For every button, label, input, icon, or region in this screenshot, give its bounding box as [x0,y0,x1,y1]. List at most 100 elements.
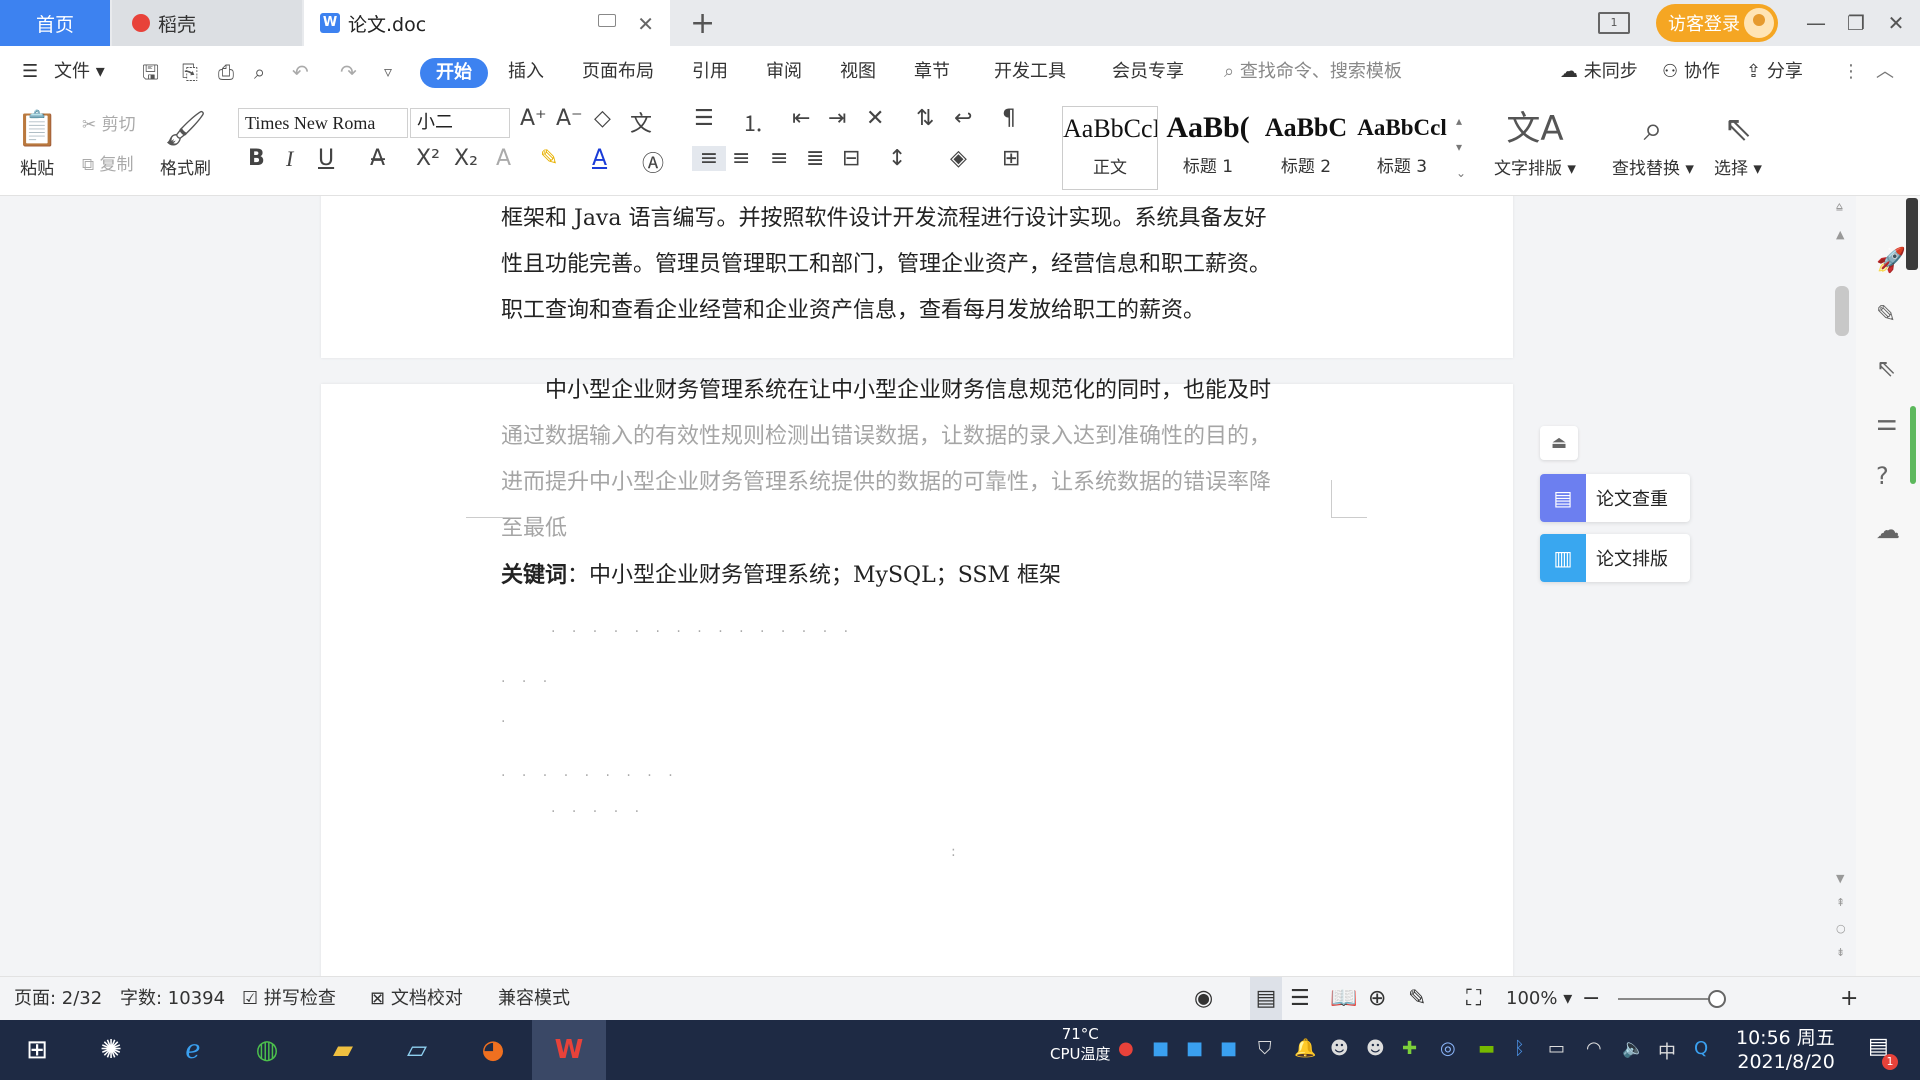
side-handle[interactable] [1906,198,1918,270]
document-area[interactable]: 框架和 Java 语言编写。并按照软件设计开发流程进行设计实现。系统具备友好 性… [0,196,1920,976]
superscript-icon[interactable]: X² [416,146,440,171]
italic-icon[interactable]: I [286,146,293,172]
bluetooth-icon[interactable]: ᛒ [1514,1038,1525,1059]
undo-icon[interactable]: ↶ [292,46,309,98]
tab-document[interactable]: W 论文.doc ✕ [304,0,670,46]
strikethrough-icon[interactable]: A̶ [370,146,385,171]
increase-font-icon[interactable]: A⁺ [520,106,547,131]
format-icon[interactable]: ⎘ [182,46,198,98]
restore-button[interactable]: ❐ [1836,6,1876,40]
rocket-icon[interactable]: 🚀 [1876,246,1906,274]
hamburger-icon[interactable]: ☰ [22,46,38,98]
decrease-indent-icon[interactable]: ⇤ [792,106,810,131]
sync-status[interactable]: ☁ 未同步 [1560,46,1638,98]
nvidia-icon[interactable]: ▬ [1478,1038,1495,1059]
eye-protect-icon[interactable]: ◉ [1194,977,1213,1021]
cut-button[interactable]: ✂ 剪切 [82,110,136,135]
shading-icon[interactable]: ◈ [950,146,967,171]
menu-developer[interactable]: 开发工具 [994,46,1066,98]
print-icon[interactable]: ⎙ [218,46,234,98]
window-layout-button[interactable]: 1 [1598,12,1630,34]
shield-icon[interactable]: ⛉ [1258,1038,1272,1059]
menu-chapter[interactable]: 章节 [914,46,950,98]
menu-member[interactable]: 会员专享 [1112,46,1184,98]
tab-home[interactable]: 首页 [0,0,110,46]
cpu-temp-widget[interactable]: 71°C CPU温度 [1050,1024,1111,1064]
align-left-icon[interactable]: ≡ [692,146,726,171]
cloud-sync-icon[interactable]: ☁ [1876,516,1900,544]
print-preview-icon[interactable]: ⌕ [254,46,265,98]
ime-indicator[interactable]: 中 [1658,1038,1676,1064]
pointer-icon[interactable]: ⇖ [1876,354,1896,382]
align-center-icon[interactable]: ≡ [732,146,750,171]
save-icon[interactable]: 🖫 [142,46,159,98]
scrollbar-thumb[interactable] [1835,286,1849,336]
abstract-paragraph[interactable]: 中小型企业财务管理系统在让中小型企业财务信息规范化的同时，也能及时 通过数据输入… [501,368,1331,552]
menu-view[interactable]: 视图 [840,46,876,98]
command-search[interactable]: ⌕ 查找命令、搜索模板 [1224,46,1402,98]
app-pinwheel-icon[interactable]: ✺ [86,1020,136,1080]
close-tab-icon[interactable]: ✕ [637,12,654,36]
style-heading-2[interactable]: AaBbC 标题 2 [1258,106,1354,190]
monitor-icon[interactable] [598,14,616,27]
zoom-out-icon[interactable]: − [1582,977,1600,1021]
close-window-button[interactable]: ✕ [1876,6,1916,40]
zoom-slider-thumb[interactable] [1708,990,1726,1008]
align-right-icon[interactable]: ≡ [770,146,788,171]
underline-icon[interactable]: U [318,146,334,171]
new-tab-button[interactable]: + [690,6,715,41]
tray-app-icon[interactable]: ■ [1220,1038,1237,1059]
text-layout-button[interactable]: 文A 文字排版 ▾ [1494,104,1576,179]
tray-app-icon[interactable]: ◎ [1440,1038,1456,1059]
visitor-login-button[interactable]: 访客登录 [1656,4,1778,42]
vertical-scrollbar[interactable]: ⩠ ▲ ▼ ⇞ ○ ⇟ [1832,196,1852,976]
volume-icon[interactable]: 🔈 [1622,1038,1644,1059]
copy-button[interactable]: ⧉ 复制 [82,150,134,175]
bullet-list-icon[interactable]: ☰ [694,106,714,131]
browser-360-icon[interactable]: ◍ [242,1020,292,1080]
keywords-line[interactable]: 关键词：中小型企业财务管理系统；MySQL；SSM 框架 [501,552,1331,599]
redo-icon[interactable]: ↷ [340,46,357,98]
qq-icon[interactable]: ☻ [1366,1038,1385,1059]
show-marks-icon[interactable]: ¶ [1002,106,1016,131]
sort-icon[interactable]: ⇅ [916,106,934,131]
chinese-layout-icon[interactable]: ✕ [866,106,884,131]
page-2[interactable]: 中小型企业财务管理系统在让中小型企业财务信息规范化的同时，也能及时 通过数据输入… [321,378,1513,976]
collapse-ribbon-icon[interactable]: ︿ [1876,46,1894,98]
outline-view-icon[interactable]: ☰ [1290,977,1310,1021]
highlight-icon[interactable]: ✎ [540,146,558,171]
wps-taskbar-icon[interactable]: W [532,1020,606,1080]
format-painter-button[interactable]: 🖌 格式刷 [160,104,211,179]
text-direction-icon[interactable]: ↩ [954,106,972,131]
font-name-select[interactable]: Times New Roma [238,108,408,138]
page1-paragraph[interactable]: 框架和 Java 语言编写。并按照软件设计开发流程进行设计实现。系统具备友好 性… [501,196,1331,334]
scroll-top-icon[interactable]: ⩠ [1836,200,1843,214]
more-options-icon[interactable]: ⋮ [1842,46,1860,98]
collapse-panel-button[interactable]: ⏏ [1540,426,1578,460]
borders-icon[interactable]: ⊞ [1002,146,1020,171]
menu-file[interactable]: 文件 ▾ [54,46,105,98]
style-heading-3[interactable]: AaBbCcl 标题 3 [1354,106,1450,190]
increase-indent-icon[interactable]: ⇥ [828,106,846,131]
qq-icon[interactable]: ☻ [1330,1038,1349,1059]
paper-check-button[interactable]: ▤ 论文查重 [1540,474,1690,522]
file-explorer-icon[interactable]: ▰ [318,1020,368,1080]
battery-icon[interactable]: ▭ [1548,1038,1565,1059]
input-method-icon[interactable]: Q [1694,1038,1708,1059]
reading-view-icon[interactable]: 📖 [1330,977,1357,1021]
web-view-icon[interactable]: ⊕ [1368,977,1386,1021]
share-button[interactable]: ⇪ 分享 [1746,46,1803,98]
tab-daoke[interactable]: 稻壳 [112,0,302,46]
tray-green-icon[interactable]: ✚ [1402,1038,1417,1059]
zoom-slider[interactable] [1618,998,1718,1000]
fit-page-icon[interactable]: ⛶ [1466,977,1481,1021]
zoom-select[interactable]: 100% ▾ [1506,977,1572,1021]
line-spacing-icon[interactable]: ↕ [888,146,906,171]
internet-explorer-icon[interactable]: ℯ [168,1020,218,1080]
quick-access-dropdown-icon[interactable]: ▿ [384,46,392,98]
tray-app-icon[interactable]: ■ [1186,1038,1203,1059]
windows-start-icon[interactable]: ⊞ [14,1020,60,1080]
scroll-down-icon[interactable]: ▼ [1836,872,1844,885]
font-color-icon[interactable]: A [592,146,607,171]
word-count[interactable]: 字数: 10394 [120,977,225,1021]
